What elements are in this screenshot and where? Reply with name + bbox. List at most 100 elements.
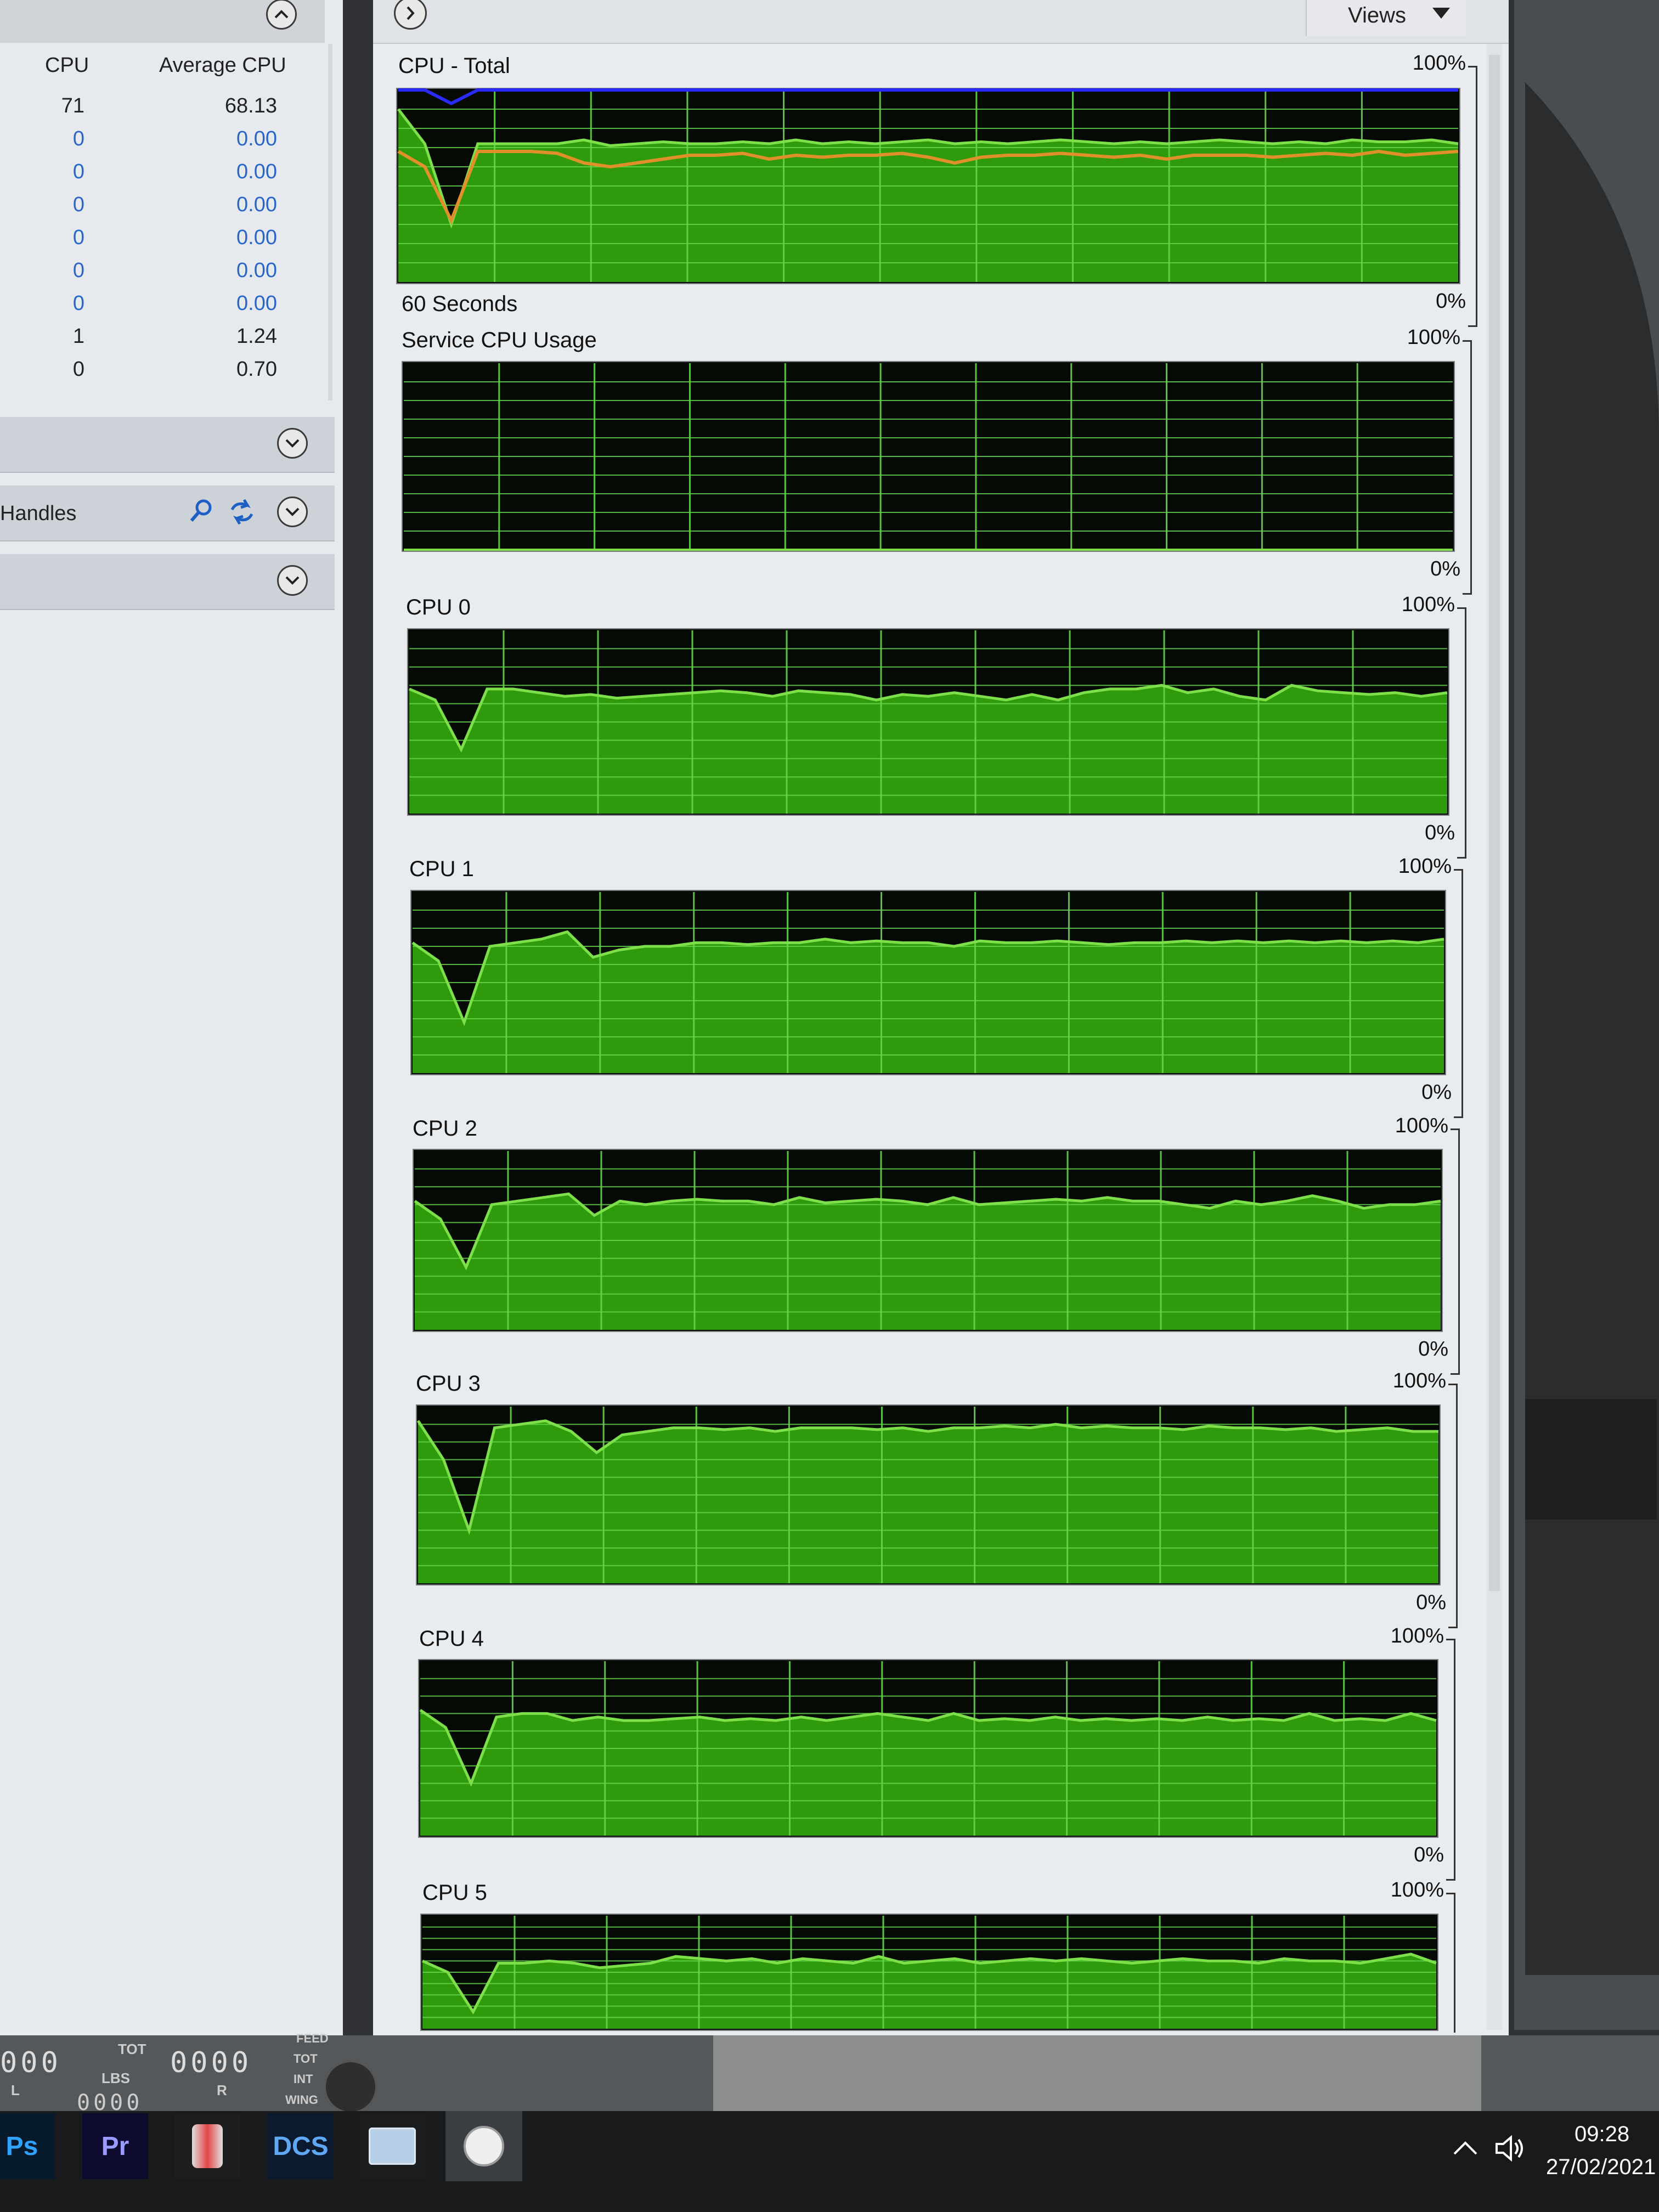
table-row[interactable]: 71 68.13	[0, 94, 324, 125]
graph-toolbar: Views	[373, 0, 1509, 44]
cpu-graph	[402, 361, 1455, 552]
graph-scale-bracket	[1454, 869, 1463, 1118]
graph-scale-bracket	[1468, 66, 1477, 327]
table-row[interactable]: 0 0.00	[0, 226, 324, 257]
expand-button-3[interactable]	[277, 565, 308, 596]
column-header-cpu[interactable]: CPU	[45, 54, 89, 77]
tray-overflow-icon[interactable]	[1451, 2137, 1480, 2159]
cell-average-cpu: 0.00	[236, 259, 277, 282]
graph-min-label: 0%	[1425, 821, 1455, 844]
expand-button-1[interactable]	[277, 428, 308, 459]
table-row[interactable]: 0 0.70	[0, 358, 324, 388]
chevron-down-icon	[285, 439, 300, 448]
graph-max-label: 100%	[1412, 52, 1466, 75]
graph-max-label: 100%	[1401, 593, 1455, 616]
table-row[interactable]: 0 0.00	[0, 127, 324, 158]
views-dropdown[interactable]: Views	[1306, 0, 1466, 36]
graph-max-label: 100%	[1395, 1114, 1448, 1137]
section-bar-handles[interactable]: Handles	[0, 486, 335, 541]
photoshop-icon[interactable]: Ps	[0, 2113, 55, 2179]
window-app-icon[interactable]	[359, 2113, 425, 2179]
cell-cpu: 0	[72, 226, 84, 249]
search-icon[interactable]	[189, 498, 213, 524]
cell-average-cpu: 0.70	[236, 358, 277, 381]
cell-average-cpu: 0.00	[236, 160, 277, 183]
graph-scale-bracket	[1446, 1893, 1455, 2033]
l-label: L	[11, 2082, 20, 2098]
graph-max-label: 100%	[1398, 855, 1452, 878]
fuel-digits-left: 000	[0, 2046, 61, 2079]
wing-label: WING	[285, 2093, 318, 2107]
cell-average-cpu: 0.00	[236, 127, 277, 150]
cpu-graph	[420, 1914, 1438, 2031]
collapse-button[interactable]	[266, 0, 297, 30]
section-bar-3[interactable]	[0, 554, 335, 610]
int-label: INT	[294, 2072, 313, 2086]
cell-average-cpu: 0.00	[236, 226, 277, 249]
graph-min-label: 0%	[1414, 1843, 1444, 1866]
graph-title: CPU 3	[416, 1372, 481, 1396]
thermometer-app-icon[interactable]	[174, 2113, 240, 2179]
section-bar-1[interactable]	[0, 417, 335, 473]
resource-monitor-icon[interactable]	[445, 2111, 522, 2181]
cell-cpu: 0	[72, 160, 84, 183]
cell-cpu: 1	[72, 325, 84, 348]
cpu-graph	[416, 1404, 1441, 1585]
dcs-icon[interactable]: DCS	[268, 2113, 334, 2179]
graph-min-label: 0%	[1436, 290, 1466, 313]
graph-title: Service CPU Usage	[402, 328, 597, 352]
taskbar-app-label: DCS	[273, 2131, 329, 2161]
premiere-icon[interactable]: Pr	[82, 2113, 148, 2179]
r-label: R	[217, 2082, 227, 2098]
tot-label: TOT	[118, 2041, 146, 2057]
graph-scale-bracket	[1457, 607, 1466, 859]
graph-min-label: 0%	[1421, 1081, 1452, 1104]
graph-scale-bracket	[1446, 1639, 1455, 1881]
cell-cpu: 0	[72, 259, 84, 282]
expand-button-handles[interactable]	[277, 496, 308, 527]
gauge-glyph	[464, 2126, 504, 2166]
table-row[interactable]: 0 0.00	[0, 193, 324, 224]
views-label: Views	[1348, 3, 1406, 27]
fuel-selector-knob	[324, 2060, 377, 2114]
graph-scrollbar[interactable]	[1487, 44, 1502, 2030]
graph-title: CPU - Total	[398, 54, 510, 78]
graph-scale-bracket	[1451, 1128, 1460, 1375]
left-pane: CPU Average CPU 71 68.13 0 0.00 0 0.00 0 0.00 0 0…	[0, 0, 343, 2035]
graph-max-label: 100%	[1390, 1624, 1444, 1647]
table-row[interactable]: 0 0.00	[0, 259, 324, 290]
graph-min-label: 0%	[1418, 1338, 1448, 1361]
graph-title: CPU 4	[419, 1627, 484, 1651]
lbs-label: LBS	[101, 2070, 130, 2086]
table-row[interactable]: 0 0.00	[0, 292, 324, 323]
graph-title: CPU 0	[406, 595, 471, 619]
clock-date[interactable]: 27/02/2021	[1546, 2155, 1656, 2180]
chevron-down-icon	[285, 507, 300, 516]
graph-scale-bracket	[1448, 1384, 1458, 1628]
chevron-right-icon	[407, 6, 415, 20]
refresh-icon[interactable]	[228, 498, 256, 526]
taskbar-app-label: Pr	[101, 2131, 129, 2161]
cell-average-cpu: 68.13	[224, 94, 277, 117]
fuel-digits-right: 0000	[170, 2046, 252, 2079]
graph-max-label: 100%	[1392, 1369, 1446, 1392]
thermometer-glyph	[192, 2124, 223, 2168]
table-row[interactable]: 0 0.00	[0, 160, 324, 191]
graph-scrollbar-thumb[interactable]	[1489, 55, 1500, 1591]
table-row[interactable]: 1 1.24	[0, 325, 324, 356]
series-area	[420, 1710, 1436, 1836]
graph-title: CPU 1	[409, 857, 474, 881]
cell-average-cpu: 1.24	[236, 325, 277, 348]
cell-cpu: 0	[72, 358, 84, 381]
series-area	[409, 685, 1447, 814]
column-header-average-cpu[interactable]: Average CPU	[159, 54, 286, 77]
cell-average-cpu: 0.00	[236, 292, 277, 315]
cpu-graph	[396, 88, 1460, 284]
cell-cpu: 0	[72, 292, 84, 315]
clock-time[interactable]: 09:28	[1575, 2122, 1629, 2147]
cell-cpu: 0	[72, 127, 84, 150]
left-scrollbar[interactable]	[328, 44, 332, 400]
volume-icon[interactable]	[1493, 2133, 1526, 2164]
graph-pane: Views CPU - Total 100% 0% Service CPU Usage…	[373, 0, 1509, 2035]
expand-left-button[interactable]	[394, 0, 427, 30]
